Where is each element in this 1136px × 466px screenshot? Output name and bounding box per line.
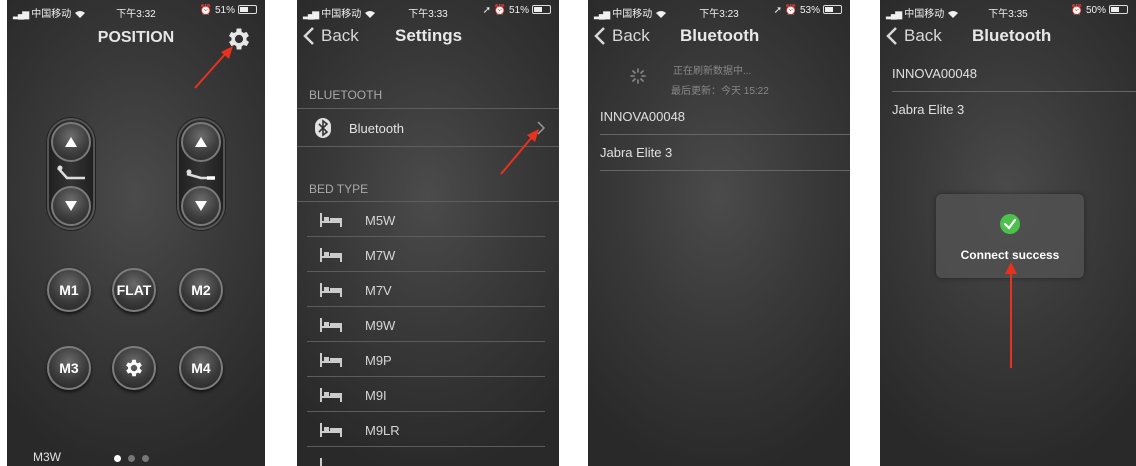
foot-up-button[interactable] bbox=[181, 122, 221, 162]
battery-status: ➚ ⏰ 53% bbox=[774, 5, 842, 16]
location-icon: ➚ bbox=[773, 5, 782, 16]
battery-icon bbox=[238, 5, 257, 14]
bluetooth-label: Bluetooth bbox=[349, 121, 404, 136]
battery-icon bbox=[532, 5, 551, 14]
loading-spinner-icon bbox=[630, 68, 646, 84]
device-item[interactable]: INNOVA00048 bbox=[892, 56, 1136, 92]
check-circle-icon bbox=[1000, 214, 1020, 234]
bed-icon bbox=[320, 353, 342, 367]
nav-bar: Back Bluetooth bbox=[588, 22, 850, 52]
battery-status: ➚ ⏰ 51% bbox=[483, 5, 551, 16]
page-title: Bluetooth bbox=[972, 26, 1052, 45]
head-adjust-control bbox=[47, 118, 95, 230]
bed-model-label: M3W bbox=[33, 450, 61, 464]
page-dot bbox=[142, 455, 149, 462]
page-dot bbox=[114, 455, 121, 462]
bluetooth-icon bbox=[315, 118, 331, 138]
refresh-status: 正在刷新数据中... bbox=[673, 66, 752, 77]
chevron-left-icon bbox=[303, 27, 314, 45]
head-up-button[interactable] bbox=[51, 122, 91, 162]
page-indicator[interactable] bbox=[114, 455, 149, 462]
bed-foot-icon bbox=[186, 169, 215, 180]
annotation-arrow bbox=[1005, 262, 1017, 368]
location-icon: ➚ bbox=[482, 5, 491, 16]
bed-type-item[interactable]: M7W bbox=[307, 237, 545, 272]
alarm-icon: ⏰ bbox=[199, 5, 213, 16]
bed-type-item[interactable]: M9LR bbox=[307, 412, 545, 447]
chevron-up-icon bbox=[65, 137, 77, 147]
bed-type-item[interactable]: M9W bbox=[307, 307, 545, 342]
bed-type-item[interactable] bbox=[307, 447, 545, 466]
alarm-icon: ⏰ bbox=[784, 5, 798, 16]
status-bar: ▂▄▆ 中国移动 下午3:33 ➚ ⏰ 51% bbox=[297, 0, 559, 20]
bed-type-item[interactable]: M9P bbox=[307, 342, 545, 377]
divider bbox=[297, 146, 559, 147]
page-title: Settings bbox=[395, 26, 463, 45]
bed-icon bbox=[320, 318, 342, 332]
pull-to-refresh: 正在刷新数据中... 最后更新：今天 15:22 bbox=[628, 62, 828, 98]
section-header-bluetooth: BLUETOOTH bbox=[309, 88, 383, 102]
gear-icon bbox=[126, 359, 142, 377]
battery-icon bbox=[823, 5, 842, 14]
status-bar: ▂▄▆ 中国移动 下午3:23 ➚ ⏰ 53% bbox=[588, 0, 850, 20]
bed-icon bbox=[320, 283, 342, 297]
battery-icon bbox=[1109, 5, 1128, 14]
chevron-down-icon bbox=[195, 201, 207, 211]
back-button[interactable]: Back bbox=[594, 26, 650, 46]
page-title: Bluetooth bbox=[680, 26, 760, 45]
device-item[interactable]: INNOVA00048 bbox=[600, 99, 850, 135]
battery-status: ⏰ 50% bbox=[1071, 5, 1128, 16]
back-button[interactable]: Back bbox=[303, 26, 359, 46]
status-bar: ▂▄▆ 中国移动 下午3:32 ⏰ 51% bbox=[7, 0, 265, 20]
settings-button[interactable] bbox=[112, 346, 156, 390]
chevron-right-icon bbox=[537, 121, 545, 135]
toast-message: Connect success bbox=[960, 248, 1060, 262]
device-item[interactable]: Jabra Elite 3 bbox=[892, 92, 1136, 128]
bed-icon bbox=[320, 458, 322, 466]
flat-button[interactable]: FLAT bbox=[112, 268, 156, 312]
settings-gear-icon[interactable] bbox=[225, 25, 253, 53]
bed-type-item[interactable]: M9I bbox=[307, 377, 545, 412]
settings-screen: ▂▄▆ 中国移动 下午3:33 ➚ ⏰ 51% Back Settings BLU… bbox=[297, 0, 559, 466]
bed-icon bbox=[320, 213, 342, 227]
foot-down-button[interactable] bbox=[181, 186, 221, 226]
status-bar: ▂▄▆ 中国移动 下午3:35 ⏰ 50% bbox=[880, 0, 1136, 20]
chevron-up-icon bbox=[195, 137, 207, 147]
back-button[interactable]: Back bbox=[886, 26, 942, 46]
section-header-bed-type: BED TYPE bbox=[309, 182, 369, 196]
bed-head-icon bbox=[57, 165, 85, 180]
head-down-button[interactable] bbox=[51, 186, 91, 226]
bluetooth-scan-screen: ▂▄▆ 中国移动 下午3:23 ➚ ⏰ 53% Back Bluetooth 正在… bbox=[588, 0, 850, 466]
bed-type-item[interactable]: M7V bbox=[307, 272, 545, 307]
bluetooth-row[interactable]: Bluetooth bbox=[297, 112, 559, 146]
battery-status: ⏰ 51% bbox=[200, 5, 257, 16]
nav-bar: Back Bluetooth bbox=[880, 22, 1136, 52]
divider bbox=[600, 170, 850, 171]
foot-adjust-control bbox=[177, 118, 225, 230]
connect-success-toast: Connect success bbox=[936, 194, 1084, 278]
alarm-icon: ⏰ bbox=[493, 5, 507, 16]
device-item[interactable]: Jabra Elite 3 bbox=[600, 135, 850, 171]
alarm-icon: ⏰ bbox=[1070, 5, 1084, 16]
bed-type-item[interactable]: M5W bbox=[307, 202, 545, 237]
bed-icon bbox=[320, 248, 342, 262]
position-screen: ▂▄▆ 中国移动 下午3:32 ⏰ 51% POSITION M1 FLAT M… bbox=[7, 0, 265, 466]
nav-bar: Back Settings bbox=[297, 22, 559, 52]
chevron-left-icon bbox=[594, 27, 605, 45]
chevron-left-icon bbox=[886, 27, 897, 45]
memory-2-button[interactable]: M2 bbox=[179, 268, 223, 312]
bluetooth-connected-screen: ▂▄▆ 中国移动 下午3:35 ⏰ 50% Back Bluetooth INNO… bbox=[880, 0, 1136, 466]
memory-1-button[interactable]: M1 bbox=[47, 268, 91, 312]
last-update: 最后更新：今天 15:22 bbox=[671, 86, 769, 97]
memory-4-button[interactable]: M4 bbox=[179, 346, 223, 390]
page-dot bbox=[128, 455, 135, 462]
divider bbox=[297, 108, 559, 109]
bed-icon bbox=[320, 388, 342, 402]
bed-icon bbox=[320, 423, 342, 437]
memory-3-button[interactable]: M3 bbox=[47, 346, 91, 390]
chevron-down-icon bbox=[65, 201, 77, 211]
